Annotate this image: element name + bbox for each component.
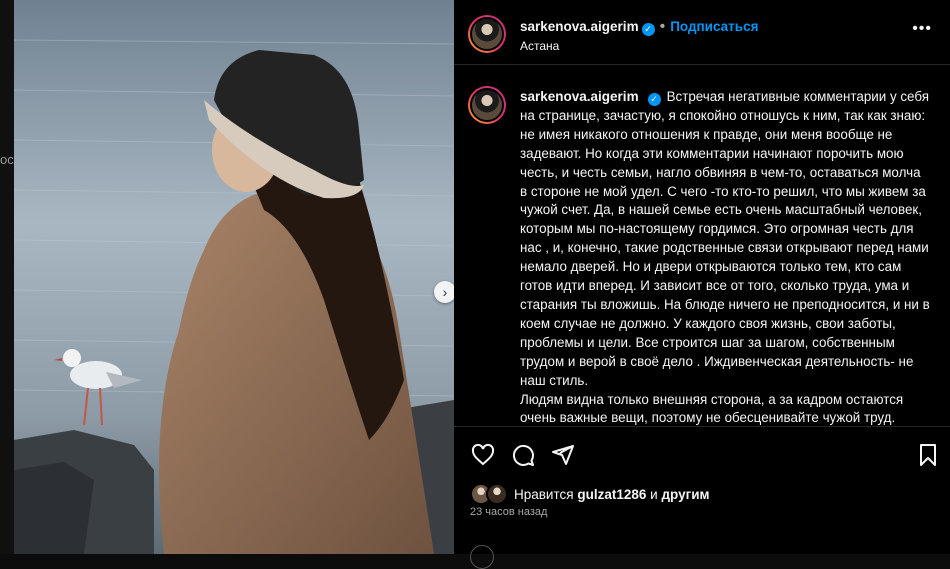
post-caption: sarkenova.aigerim ✓ Встречая негативные ко… (520, 88, 930, 426)
left-edge-text: ос (0, 152, 14, 167)
comment-icon (512, 444, 534, 466)
chevron-right-icon: › (442, 284, 448, 300)
likes-prefix: Нравится (514, 486, 574, 502)
verified-badge-icon: ✓ (641, 23, 655, 36)
likes-and: и (650, 486, 658, 502)
follow-button[interactable]: Подписаться (670, 19, 758, 34)
author-line: sarkenova.aigerim ✓ • Подписаться (520, 18, 758, 36)
photo-image (14, 0, 454, 554)
caption-scroll-area[interactable]: sarkenova.aigerim ✓ Встречая негативные ко… (454, 76, 950, 426)
heart-icon (471, 443, 495, 466)
likes-others[interactable]: другим (661, 487, 709, 502)
post-actions: Нравится gulzat1286 и другим 23 часов на… (454, 426, 950, 569)
likes-summary[interactable]: Нравится gulzat1286 и другим (470, 483, 710, 505)
share-icon (552, 445, 574, 465)
caption-text: Встречая негативные комментарии у себя н… (520, 89, 930, 426)
more-icon[interactable]: ••• (912, 20, 932, 38)
verified-badge-icon: ✓ (647, 93, 661, 106)
left-gutter: ос (0, 0, 14, 554)
post-panel: sarkenova.aigerim ✓ • Подписаться Астана ••… (454, 0, 950, 569)
next-image-button[interactable]: › (434, 281, 454, 303)
comment-button[interactable] (509, 441, 537, 469)
caption-avatar[interactable] (468, 86, 506, 124)
author-username[interactable]: sarkenova.aigerim (520, 19, 639, 34)
post-timestamp[interactable]: 23 часов назад (470, 506, 547, 518)
author-avatar[interactable] (468, 15, 506, 53)
liker-avatar (486, 483, 508, 505)
separator-dot: • (659, 18, 666, 35)
liked-by-username[interactable]: gulzat1286 (577, 487, 646, 502)
save-button[interactable] (914, 441, 942, 469)
bookmark-icon (920, 444, 936, 466)
liker-avatars (470, 483, 508, 505)
post-photo[interactable]: › (14, 0, 454, 554)
comment-avatar (470, 545, 494, 569)
share-button[interactable] (549, 441, 577, 469)
post-location[interactable]: Астана (520, 39, 559, 53)
post-header: sarkenova.aigerim ✓ • Подписаться Астана ••… (454, 0, 950, 65)
like-button[interactable] (469, 441, 497, 469)
caption-username[interactable]: sarkenova.aigerim (520, 89, 639, 104)
